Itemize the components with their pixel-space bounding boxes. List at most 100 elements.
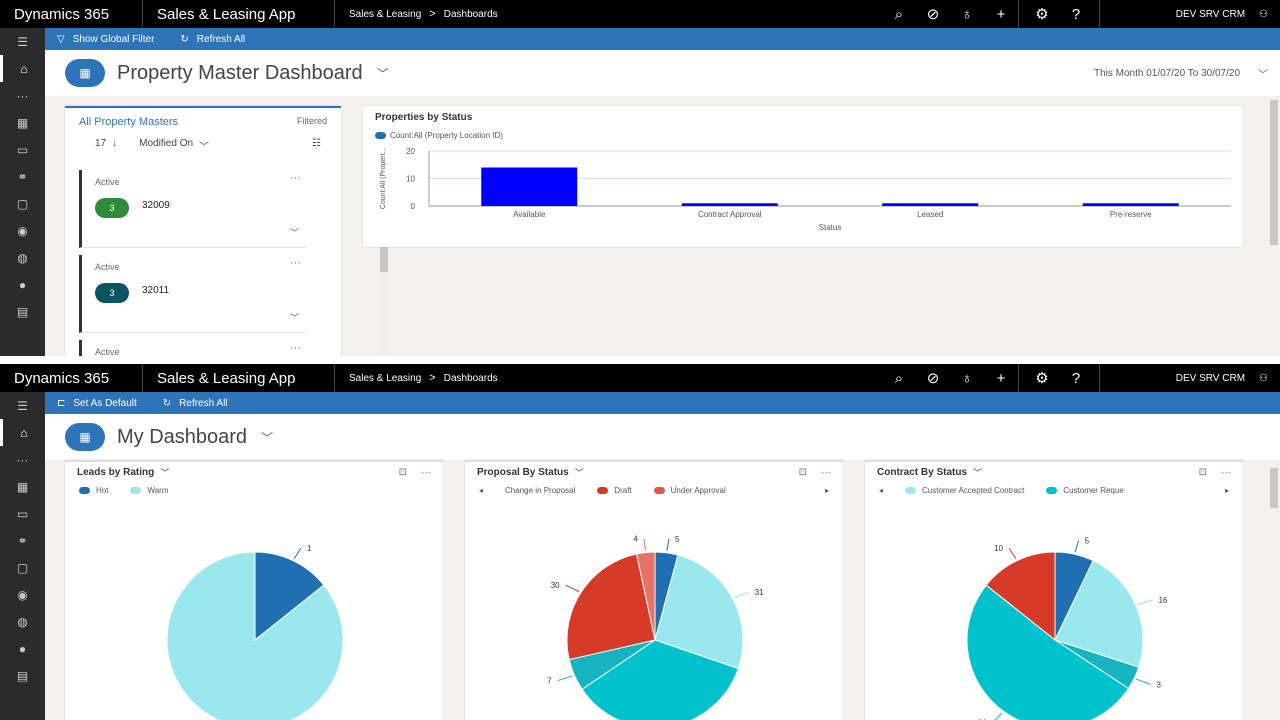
legend-next-icon[interactable]: ▸ — [1225, 486, 1229, 495]
more-options-icon[interactable]: ··· — [421, 467, 431, 478]
search-icon[interactable]: ⌕ — [882, 6, 916, 23]
legend-next-icon[interactable]: ▸ — [825, 486, 829, 495]
brand-name[interactable]: Dynamics 365 — [0, 364, 143, 392]
more-options-icon[interactable]: ··· — [290, 172, 301, 184]
page-scrollbar[interactable] — [1268, 460, 1280, 720]
set-as-default-button[interactable]: ⊏ Set As Default — [57, 398, 137, 409]
page-scrollbar[interactable] — [1268, 96, 1280, 356]
dashboard-selector-chevron-icon[interactable]: ﹀ — [261, 429, 273, 446]
list-options-icon[interactable]: ☷ — [312, 138, 321, 153]
nav-item-2-icon[interactable]: ▭ — [0, 136, 45, 163]
user-area[interactable]: DEV SRV CRM ⚇ — [1100, 373, 1280, 384]
breadcrumb-app[interactable]: Sales & Leasing — [349, 373, 421, 384]
nav-item-2-icon[interactable]: ▭ — [0, 500, 45, 527]
view-selector-chevron-icon[interactable]: ﹀ — [973, 466, 982, 479]
user-icon[interactable]: ⚇ — [1259, 9, 1268, 20]
view-selector-chevron-icon[interactable]: ﹀ — [575, 466, 584, 479]
task-icon[interactable]: ⊘ — [916, 369, 950, 387]
menu-icon[interactable]: ☰ — [0, 392, 45, 419]
period-chevron-icon[interactable]: ﹀ — [1258, 66, 1268, 81]
list-title[interactable]: All Property Masters — [79, 116, 178, 128]
search-icon[interactable]: ⌕ — [882, 370, 916, 387]
breadcrumb-separator: > — [429, 8, 436, 20]
home-icon[interactable]: ⌂ — [0, 419, 45, 446]
sort-direction-icon[interactable]: ↓ — [112, 138, 117, 153]
legend-label[interactable]: Draft — [614, 486, 631, 495]
gear-icon[interactable]: ⚙ — [1025, 5, 1059, 23]
breadcrumb-dashboards[interactable]: Dashboards — [444, 9, 498, 20]
record-number[interactable]: 32009 — [142, 200, 170, 211]
dashboard-selector-chevron-icon[interactable]: ﹀ — [377, 65, 389, 82]
bar[interactable] — [481, 167, 578, 207]
sort-field[interactable]: Modified On — [139, 138, 193, 153]
app-name[interactable]: Sales & Leasing App — [143, 364, 335, 392]
menu-icon[interactable]: ☰ — [0, 28, 45, 55]
nav-item-7-icon[interactable]: ● — [0, 635, 45, 662]
nav-item-4-icon[interactable]: ▢ — [0, 554, 45, 581]
bar[interactable] — [1082, 203, 1179, 206]
expand-chevron-icon[interactable]: ﹀ — [290, 311, 299, 324]
refresh-all-button[interactable]: ↻ Refresh All — [163, 398, 228, 409]
sort-field-chevron-icon[interactable]: ﹀ — [199, 138, 209, 153]
more-options-icon[interactable]: ··· — [290, 257, 301, 269]
breadcrumb-dashboards[interactable]: Dashboards — [444, 373, 498, 384]
nav-item-6-icon[interactable]: ◍ — [0, 608, 45, 635]
help-icon[interactable]: ? — [1059, 6, 1093, 23]
more-options-icon[interactable]: ··· — [290, 342, 301, 354]
add-icon[interactable]: + — [984, 6, 1018, 23]
task-icon[interactable]: ⊘ — [916, 5, 950, 23]
bar[interactable] — [882, 203, 979, 206]
list-item[interactable]: Active ··· — [79, 340, 307, 356]
expand-chart-icon[interactable]: ⊡ — [799, 467, 807, 478]
y-tick-label: 20 — [406, 147, 415, 156]
home-icon[interactable]: ⌂ — [0, 55, 45, 82]
expand-chart-icon[interactable]: ⊡ — [399, 467, 407, 478]
bar[interactable] — [681, 203, 778, 206]
list-item[interactable]: Active ··· 3 32011 ﹀ — [79, 255, 307, 333]
user-area[interactable]: DEV SRV CRM ⚇ — [1100, 9, 1280, 20]
nav-item-1-icon[interactable]: ▦ — [0, 109, 45, 136]
more-icon[interactable]: ··· — [0, 446, 45, 473]
legend-prev-icon[interactable]: ◂ — [479, 486, 483, 495]
gear-icon[interactable]: ⚙ — [1025, 369, 1059, 387]
legend-label[interactable]: Hot — [96, 486, 108, 495]
legend-label[interactable]: Customer Accepted Contract — [922, 486, 1024, 495]
expand-chart-icon[interactable]: ⊡ — [1199, 467, 1207, 478]
add-icon[interactable]: + — [984, 370, 1018, 387]
view-selector-chevron-icon[interactable]: ﹀ — [160, 466, 169, 479]
legend-label[interactable]: Warm — [147, 486, 168, 495]
nav-item-8-icon[interactable]: ▤ — [0, 298, 45, 325]
brand-name[interactable]: Dynamics 365 — [0, 0, 143, 28]
refresh-all-button[interactable]: ↻ Refresh All — [180, 34, 245, 45]
nav-item-6-icon[interactable]: ◍ — [0, 244, 45, 271]
page-scrollbar-thumb[interactable] — [1270, 100, 1278, 245]
more-options-icon[interactable]: ··· — [1221, 467, 1231, 478]
record-number[interactable]: 32011 — [142, 285, 169, 296]
nav-item-1-icon[interactable]: ▦ — [0, 473, 45, 500]
help-icon[interactable]: ? — [1059, 370, 1093, 387]
nav-item-8-icon[interactable]: ▤ — [0, 662, 45, 689]
page-scrollbar-thumb[interactable] — [1270, 468, 1278, 508]
legend-label[interactable]: Under Approval — [671, 486, 726, 495]
legend-label[interactable]: Change in Proposal — [505, 486, 575, 495]
nav-item-3-icon[interactable]: ⚭ — [0, 527, 45, 554]
nav-item-3-icon[interactable]: ⚭ — [0, 163, 45, 190]
nav-item-5-icon[interactable]: ◉ — [0, 217, 45, 244]
more-icon[interactable]: ··· — [0, 82, 45, 109]
more-options-icon[interactable]: ··· — [821, 467, 831, 478]
nav-item-7-icon[interactable]: ● — [0, 271, 45, 298]
nav-item-5-icon[interactable]: ◉ — [0, 581, 45, 608]
date-period[interactable]: This Month 01/07/20 To 30/07/20 — [1094, 68, 1240, 79]
legend-prev-icon[interactable]: ◂ — [879, 486, 883, 495]
expand-chevron-icon[interactable]: ﹀ — [290, 226, 299, 239]
app-name[interactable]: Sales & Leasing App — [143, 0, 335, 28]
lightbulb-icon[interactable]: ♁ — [950, 6, 984, 23]
dashboard-icon: ▦ — [65, 423, 105, 451]
breadcrumb-app[interactable]: Sales & Leasing — [349, 9, 421, 20]
legend-label[interactable]: Customer Reque — [1063, 486, 1123, 495]
list-item[interactable]: Active ··· 3 32009 ﹀ — [79, 170, 307, 248]
lightbulb-icon[interactable]: ♁ — [950, 370, 984, 387]
user-icon[interactable]: ⚇ — [1259, 373, 1268, 384]
nav-item-4-icon[interactable]: ▢ — [0, 190, 45, 217]
show-global-filter-button[interactable]: ▽ Show Global Filter — [57, 34, 154, 45]
